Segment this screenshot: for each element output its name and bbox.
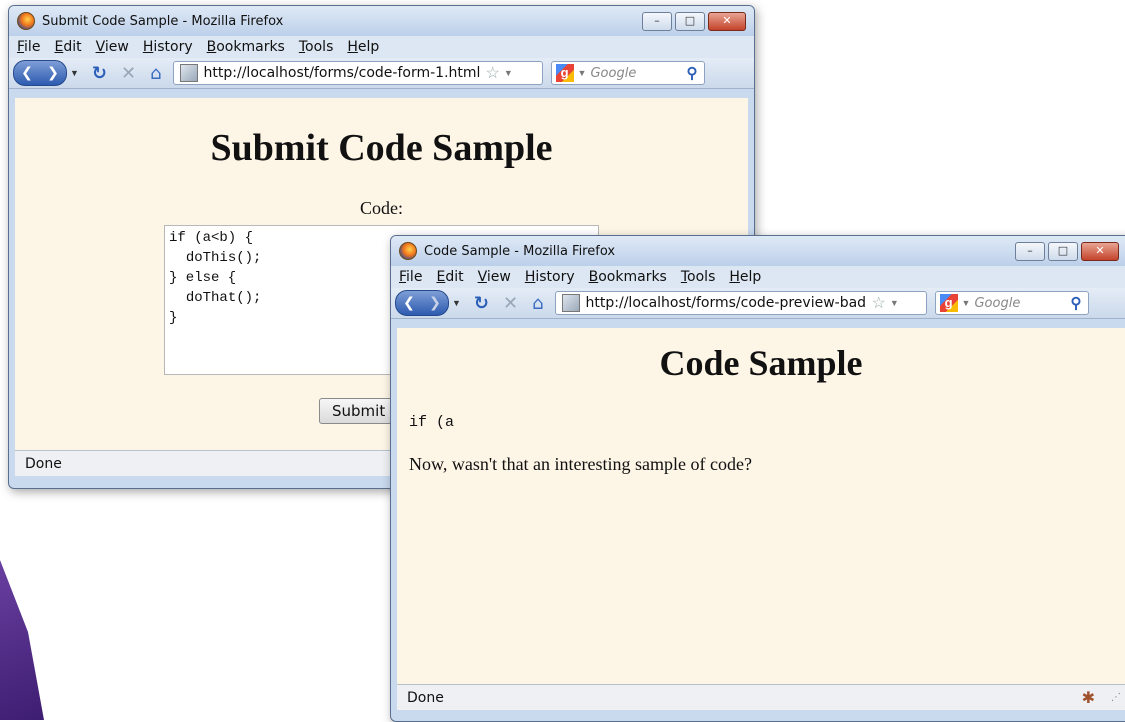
home-icon[interactable]: ⌂ xyxy=(532,293,543,314)
page-content: Code Sample if (a Now, wasn't that an in… xyxy=(397,328,1125,684)
window-title: Submit Code Sample - Mozilla Firefox xyxy=(42,13,284,29)
page-title: Code Sample xyxy=(659,343,863,383)
resize-grip-icon[interactable]: ⋰ xyxy=(1111,692,1121,703)
menu-bookmarks[interactable]: Bookmarks xyxy=(589,269,667,285)
navigation-toolbar: ❮ ❯ ▼ ↻ ✕ ⌂ http://localhost/forms/code-… xyxy=(9,58,754,89)
menu-history[interactable]: History xyxy=(143,39,193,55)
reload-icon[interactable]: ↻ xyxy=(92,63,107,84)
firefox-logo-icon xyxy=(399,242,417,260)
forward-arrow-icon[interactable]: ❯ xyxy=(422,291,448,315)
menu-edit[interactable]: Edit xyxy=(54,39,81,55)
bug-icon[interactable]: ✱ xyxy=(1082,688,1095,707)
site-favicon-icon xyxy=(179,64,198,82)
history-dropdown-icon[interactable]: ▼ xyxy=(70,68,79,78)
engine-dropdown-icon[interactable]: ▼ xyxy=(578,68,587,78)
url-dropdown-icon[interactable]: ▼ xyxy=(890,298,899,308)
stop-icon[interactable]: ✕ xyxy=(121,63,136,84)
search-bar[interactable]: g ▼ Google ⚲ xyxy=(550,61,705,85)
url-bar[interactable]: http://localhost/forms/code-preview-bad … xyxy=(554,291,927,315)
reload-icon[interactable]: ↻ xyxy=(474,293,489,314)
history-dropdown-icon[interactable]: ▼ xyxy=(452,298,461,308)
menu-tools[interactable]: Tools xyxy=(299,39,334,55)
menu-help[interactable]: Help xyxy=(347,39,379,55)
back-arrow-icon[interactable]: ❮ xyxy=(396,291,422,315)
back-forward-group: ❮ ❯ xyxy=(395,290,449,316)
star-icon[interactable]: ☆ xyxy=(872,293,886,313)
close-button[interactable]: ✕ xyxy=(1081,242,1119,261)
site-favicon-icon xyxy=(561,294,580,312)
engine-dropdown-icon[interactable]: ▼ xyxy=(962,298,971,308)
status-text: Done xyxy=(25,455,62,472)
url-dropdown-icon[interactable]: ▼ xyxy=(504,68,513,78)
navigation-toolbar: ❮ ❯ ▼ ↻ ✕ ⌂ http://localhost/forms/code-… xyxy=(391,288,1125,319)
menu-file[interactable]: File xyxy=(17,39,40,55)
url-text[interactable]: http://localhost/forms/code-preview-bad xyxy=(586,295,868,311)
menu-help[interactable]: Help xyxy=(729,269,761,285)
star-icon[interactable]: ☆ xyxy=(486,63,500,83)
search-placeholder[interactable]: Google xyxy=(590,66,686,81)
maximize-button[interactable]: □ xyxy=(675,12,705,31)
status-bar: Done ✱ ⋰ xyxy=(397,684,1125,710)
code-sample-text: if (a xyxy=(409,414,455,431)
search-bar[interactable]: g ▼ Google ⚲ xyxy=(934,291,1089,315)
magnifier-icon[interactable]: ⚲ xyxy=(1071,294,1082,312)
back-arrow-icon[interactable]: ❮ xyxy=(14,61,40,85)
sample-note-text: Now, wasn't that an interesting sample o… xyxy=(409,454,752,474)
url-text[interactable]: http://localhost/forms/code-form-1.html xyxy=(204,65,482,81)
code-label: Code: xyxy=(360,198,403,218)
url-bar[interactable]: http://localhost/forms/code-form-1.html … xyxy=(172,61,543,85)
back-forward-group: ❮ ❯ xyxy=(13,60,67,86)
menu-history[interactable]: History xyxy=(525,269,575,285)
home-icon[interactable]: ⌂ xyxy=(150,63,161,84)
forward-arrow-icon[interactable]: ❯ xyxy=(40,61,66,85)
maximize-button[interactable]: □ xyxy=(1048,242,1078,261)
magnifier-icon[interactable]: ⚲ xyxy=(687,64,698,82)
firefox-window-code-preview: Code Sample - Mozilla Firefox – □ ✕ File… xyxy=(390,235,1125,722)
stop-icon[interactable]: ✕ xyxy=(503,293,518,314)
search-placeholder[interactable]: Google xyxy=(974,296,1070,311)
minimize-button[interactable]: – xyxy=(1015,242,1045,261)
close-button[interactable]: ✕ xyxy=(708,12,746,31)
menu-view[interactable]: View xyxy=(96,39,129,55)
google-engine-icon[interactable]: g xyxy=(555,64,574,82)
window-title: Code Sample - Mozilla Firefox xyxy=(424,243,616,259)
page-title: Submit Code Sample xyxy=(210,127,553,169)
menu-view[interactable]: View xyxy=(478,269,511,285)
menu-bar: File Edit View History Bookmarks Tools H… xyxy=(9,36,754,58)
menu-tools[interactable]: Tools xyxy=(681,269,716,285)
menu-edit[interactable]: Edit xyxy=(436,269,463,285)
firefox-logo-icon xyxy=(17,12,35,30)
status-text: Done xyxy=(407,689,444,706)
menu-file[interactable]: File xyxy=(399,269,422,285)
google-engine-icon[interactable]: g xyxy=(939,294,958,312)
menu-bar: File Edit View History Bookmarks Tools H… xyxy=(391,266,1125,288)
title-bar[interactable]: Code Sample - Mozilla Firefox – □ ✕ xyxy=(391,236,1125,266)
background-purple-shape xyxy=(0,560,44,720)
title-bar[interactable]: Submit Code Sample - Mozilla Firefox – □… xyxy=(9,6,754,36)
minimize-button[interactable]: – xyxy=(642,12,672,31)
menu-bookmarks[interactable]: Bookmarks xyxy=(207,39,285,55)
